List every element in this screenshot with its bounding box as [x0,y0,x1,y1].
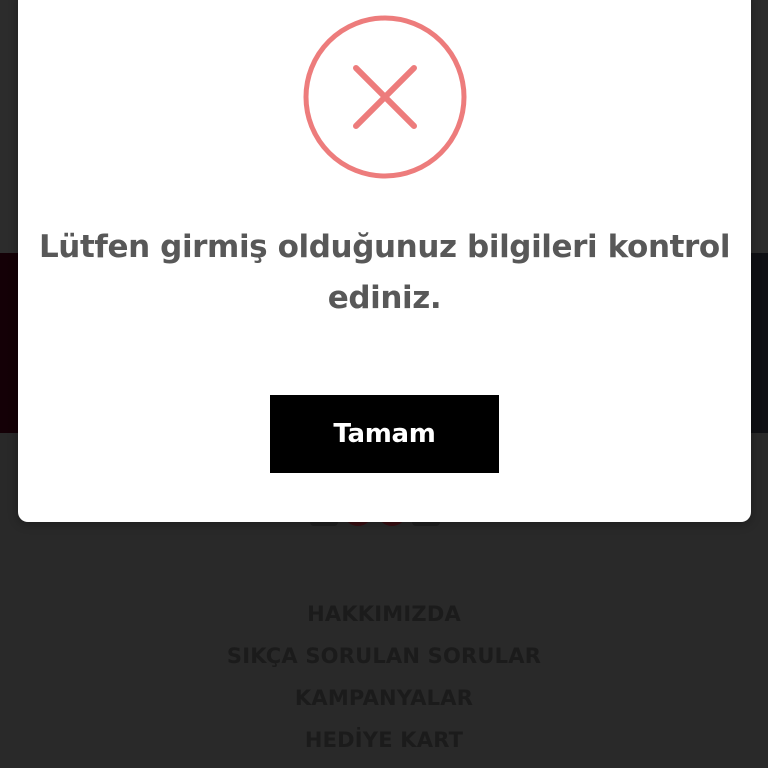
ok-button[interactable]: Tamam [270,395,499,473]
error-x-circle-icon [303,15,467,179]
page: HAKKIMIZDA SIKÇA SORULAN SORULAR KAMPANY… [0,0,768,768]
error-dialog: Lütfen girmiş olduğunuz bilgileri kontro… [18,0,751,522]
dialog-message: Lütfen girmiş olduğunuz bilgileri kontro… [38,229,731,316]
